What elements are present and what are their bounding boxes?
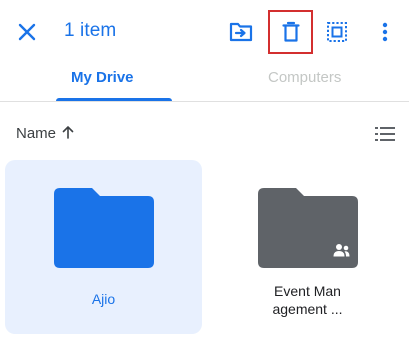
more-vert-icon[interactable]	[370, 17, 400, 47]
folder-name: Ajio	[91, 291, 116, 307]
folder-name: Event Man agement ...	[209, 282, 406, 318]
tab-computers[interactable]: Computers	[268, 69, 341, 86]
folder-icon	[54, 188, 154, 268]
tab-my-drive[interactable]: My Drive	[71, 69, 134, 86]
delete-button[interactable]	[268, 10, 313, 54]
selection-toolbar: 1 item	[0, 0, 409, 62]
folder-card[interactable]: Ajio	[5, 160, 202, 334]
active-tab-indicator	[56, 98, 172, 101]
list-view-icon[interactable]	[374, 124, 396, 144]
folder-name-line-1: Event Man	[274, 283, 341, 299]
folder-name-line-2: agement ...	[272, 301, 343, 317]
sort-bar: Name	[0, 118, 409, 148]
select-all-icon[interactable]	[322, 17, 352, 47]
selection-count: 1 item	[64, 20, 117, 41]
arrow-up-icon[interactable]	[60, 124, 76, 140]
tab-bar: My Drive Computers	[0, 62, 409, 102]
close-icon[interactable]	[12, 17, 42, 47]
trash-icon	[281, 21, 300, 42]
folder-card[interactable]: Event Man agement ...	[209, 160, 406, 334]
sort-by-name-button[interactable]: Name	[16, 125, 56, 142]
shared-folder-icon	[258, 188, 358, 268]
move-to-folder-icon[interactable]	[226, 17, 256, 47]
